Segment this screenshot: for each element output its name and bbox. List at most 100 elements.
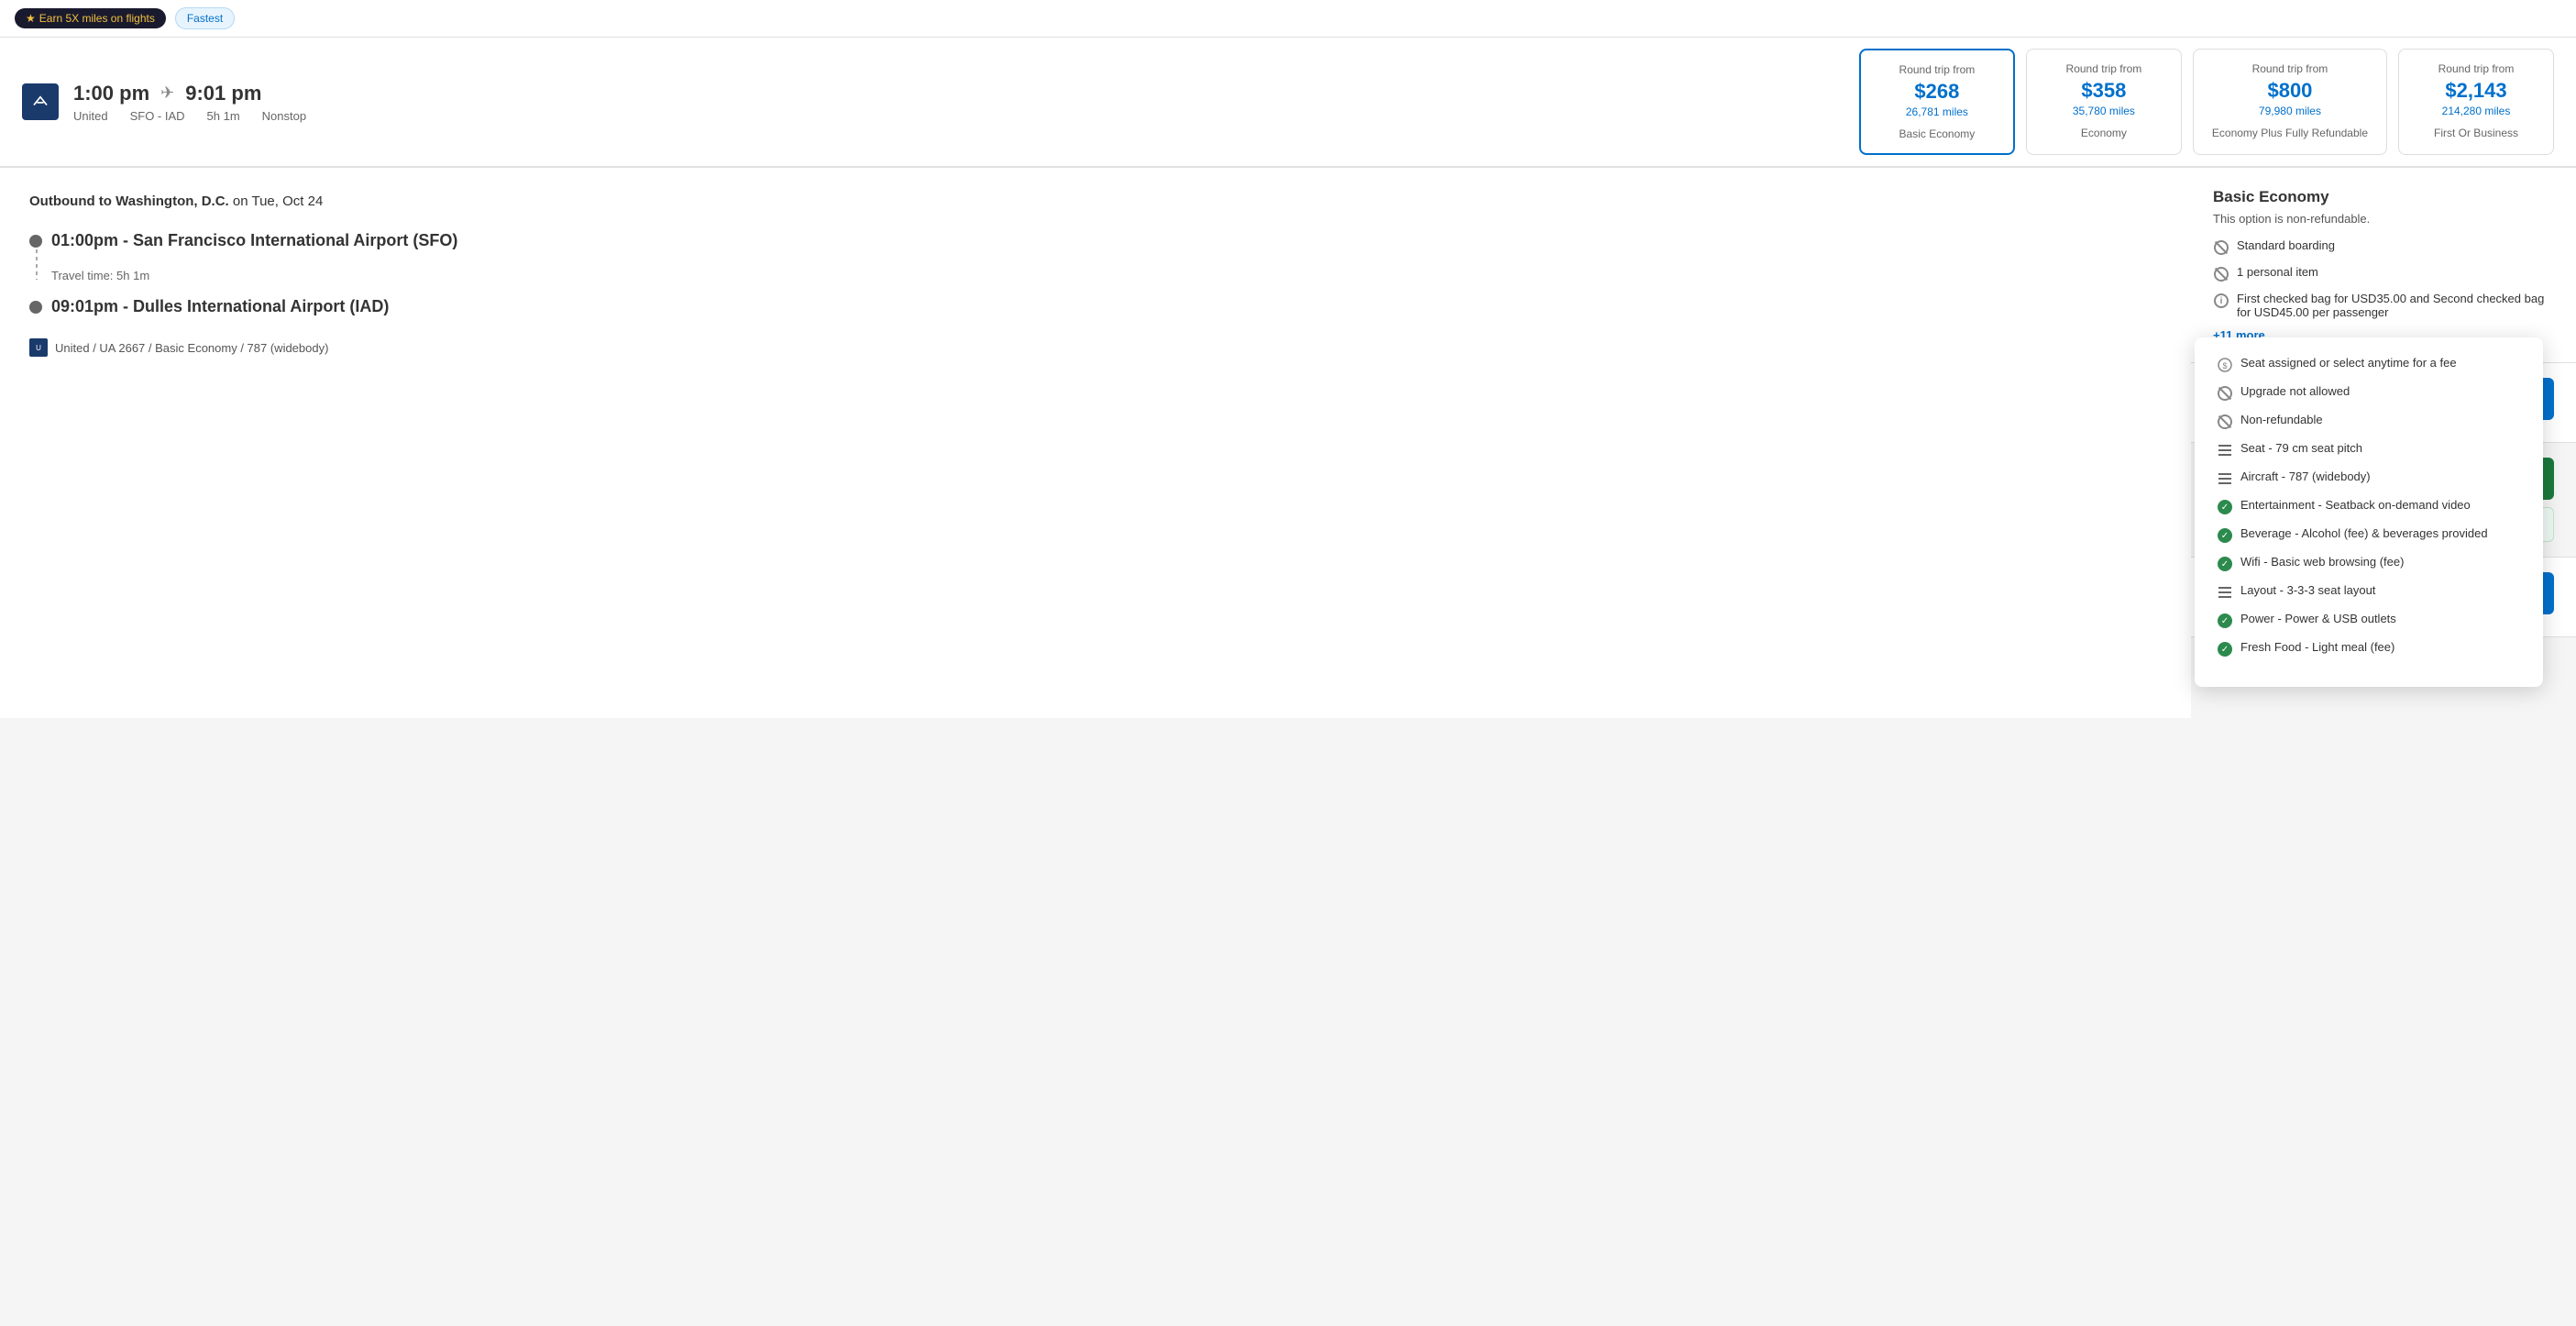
popup-feature-seat-pitch: Seat - 79 cm seat pitch <box>2217 441 2521 459</box>
outbound-date: on Tue, Oct 24 <box>233 193 323 209</box>
basic-economy-card: Basic Economy This option is non-refunda… <box>2191 168 2576 363</box>
price-card-1-label: Round trip from <box>2045 62 2163 75</box>
earn-badge: ★ Earn 5X miles on flights <box>15 8 166 28</box>
price-card-3-price: $2,143 <box>2417 79 2535 103</box>
popup-feature-nonrefundable-text: Non-refundable <box>2240 413 2323 426</box>
popup-feature-food-text: Fresh Food - Light meal (fee) <box>2240 640 2394 654</box>
flight-sub: United SFO - IAD 5h 1m Nonstop <box>73 109 348 123</box>
flight-route: SFO - IAD <box>130 109 185 123</box>
popup-feature-entertainment-text: Entertainment - Seatback on-demand video <box>2240 498 2471 512</box>
check-green-icon-5: ✓ <box>2217 641 2233 657</box>
price-card-0-price: $268 <box>1879 80 1995 104</box>
flight-arrow-icon: ✈ <box>160 83 174 103</box>
price-card-2-type: Economy Plus Fully Refundable <box>2212 127 2368 139</box>
arrive-full-info: 09:01pm - Dulles International Airport (… <box>51 297 2162 316</box>
depart-timeline-item: 01:00pm - San Francisco International Ai… <box>51 231 2162 250</box>
price-card-economy-plus[interactable]: Round trip from $800 79,980 miles Econom… <box>2193 49 2387 155</box>
popup-container: +11 more $ Seat assigned or select anyti… <box>2213 328 2554 342</box>
popup-feature-food: ✓ Fresh Food - Light meal (fee) <box>2217 640 2521 657</box>
svg-text:$: $ <box>2222 361 2227 370</box>
check-green-icon-1: ✓ <box>2217 499 2233 515</box>
price-card-0-type: Basic Economy <box>1879 127 1995 140</box>
price-card-first-business[interactable]: Round trip from $2,143 214,280 miles Fir… <box>2398 49 2554 155</box>
feature-personal-item: 1 personal item <box>2213 265 2554 282</box>
price-card-3-miles: 214,280 miles <box>2417 105 2535 117</box>
earn-badge-label: Earn 5X miles on flights <box>39 12 155 25</box>
united-small-icon: U <box>29 338 48 357</box>
price-card-1-miles: 35,780 miles <box>2045 105 2163 117</box>
info-icon-1: i <box>2213 293 2229 309</box>
popup-feature-seat-pitch-text: Seat - 79 cm seat pitch <box>2240 441 2362 455</box>
left-panel: Outbound to Washington, D.C. on Tue, Oct… <box>0 168 2191 718</box>
price-card-3-type: First Or Business <box>2417 127 2535 139</box>
right-panel: Basic Economy This option is non-refunda… <box>2191 168 2576 718</box>
feature-personal-item-text: 1 personal item <box>2237 265 2318 279</box>
popup-feature-layout-text: Layout - 3-3-3 seat layout <box>2240 583 2375 597</box>
dollar-circle-icon: $ <box>2217 357 2233 373</box>
price-card-0-label: Round trip from <box>1879 63 1995 76</box>
arrive-timeline-item: 09:01pm - Dulles International Airport (… <box>51 297 2162 316</box>
popup-feature-seat-text: Seat assigned or select anytime for a fe… <box>2240 356 2457 370</box>
lines-icon-3 <box>2217 584 2233 601</box>
feature-standard-boarding: Standard boarding <box>2213 238 2554 256</box>
price-card-2-price: $800 <box>2212 79 2368 103</box>
popup-feature-beverage: ✓ Beverage - Alcohol (fee) & beverages p… <box>2217 526 2521 544</box>
price-cards: Round trip from $268 26,781 miles Basic … <box>1848 49 2554 155</box>
price-card-basic-economy[interactable]: Round trip from $268 26,781 miles Basic … <box>1859 49 2015 155</box>
feature-checked-bag-text: First checked bag for USD35.00 and Secon… <box>2237 292 2554 319</box>
price-card-2-label: Round trip from <box>2212 62 2368 75</box>
flight-stops: Nonstop <box>262 109 306 123</box>
feature-checked-bag: i First checked bag for USD35.00 and Sec… <box>2213 292 2554 319</box>
price-card-3-label: Round trip from <box>2417 62 2535 75</box>
flight-row: 1:00 pm ✈ 9:01 pm United SFO - IAD 5h 1m… <box>0 38 2576 168</box>
popup-feature-entertainment: ✓ Entertainment - Seatback on-demand vid… <box>2217 498 2521 515</box>
star-icon: ★ <box>26 12 36 25</box>
popup-feature-nonrefundable: Non-refundable <box>2217 413 2521 430</box>
basic-economy-subtitle: This option is non-refundable. <box>2213 212 2554 226</box>
airline-name: United <box>73 109 108 123</box>
flight-times: 1:00 pm ✈ 9:01 pm <box>73 82 348 105</box>
fastest-badge-label: Fastest <box>187 12 223 25</box>
popup-feature-wifi-text: Wifi - Basic web browsing (fee) <box>2240 555 2404 569</box>
popup-feature-aircraft-text: Aircraft - 787 (widebody) <box>2240 470 2371 483</box>
price-card-economy[interactable]: Round trip from $358 35,780 miles Econom… <box>2026 49 2182 155</box>
popup-feature-power-text: Power - Power & USB outlets <box>2240 612 2396 625</box>
depart-time: 1:00 pm <box>73 82 149 105</box>
popup-feature-aircraft: Aircraft - 787 (widebody) <box>2217 470 2521 487</box>
airline-logo <box>22 83 59 120</box>
travel-time-label: Travel time: 5h 1m <box>51 269 2162 282</box>
flight-duration: 5h 1m <box>207 109 240 123</box>
check-green-icon-4: ✓ <box>2217 613 2233 629</box>
lines-icon-2 <box>2217 470 2233 487</box>
depart-full-info: 01:00pm - San Francisco International Ai… <box>51 231 2162 250</box>
check-green-icon-3: ✓ <box>2217 556 2233 572</box>
popup-feature-power: ✓ Power - Power & USB outlets <box>2217 612 2521 629</box>
popup-feature-upgrade: Upgrade not allowed <box>2217 384 2521 402</box>
circle-slash-icon-2 <box>2213 266 2229 282</box>
price-card-1-price: $358 <box>2045 79 2163 103</box>
depart-dot <box>29 235 42 248</box>
popup-feature-seat: $ Seat assigned or select anytime for a … <box>2217 356 2521 373</box>
flight-details-line: U United / UA 2667 / Basic Economy / 787… <box>29 338 2162 357</box>
arrive-time: 9:01 pm <box>185 82 261 105</box>
flight-timeline: 01:00pm - San Francisco International Ai… <box>29 231 2162 316</box>
price-card-0-miles: 26,781 miles <box>1879 105 1995 118</box>
main-content: Outbound to Washington, D.C. on Tue, Oct… <box>0 168 2576 718</box>
popup-feature-upgrade-text: Upgrade not allowed <box>2240 384 2350 398</box>
features-popup: $ Seat assigned or select anytime for a … <box>2195 337 2543 687</box>
popup-feature-wifi: ✓ Wifi - Basic web browsing (fee) <box>2217 555 2521 572</box>
popup-feature-layout: Layout - 3-3-3 seat layout <box>2217 583 2521 601</box>
flight-detail-text: United / UA 2667 / Basic Economy / 787 (… <box>55 341 328 355</box>
circle-slash-icon-upgrade <box>2217 385 2233 402</box>
price-card-2-miles: 79,980 miles <box>2212 105 2368 117</box>
circle-slash-icon-1 <box>2213 239 2229 256</box>
feature-standard-boarding-text: Standard boarding <box>2237 238 2335 252</box>
popup-feature-beverage-text: Beverage - Alcohol (fee) & beverages pro… <box>2240 526 2488 540</box>
check-green-icon-2: ✓ <box>2217 527 2233 544</box>
outbound-label: Outbound to Washington, D.C. on Tue, Oct… <box>29 193 2162 209</box>
outbound-destination: Outbound to Washington, D.C. <box>29 193 229 209</box>
price-card-1-type: Economy <box>2045 127 2163 139</box>
top-bar: ★ Earn 5X miles on flights Fastest <box>0 0 2576 38</box>
lines-icon-1 <box>2217 442 2233 459</box>
arrive-dot <box>29 301 42 314</box>
